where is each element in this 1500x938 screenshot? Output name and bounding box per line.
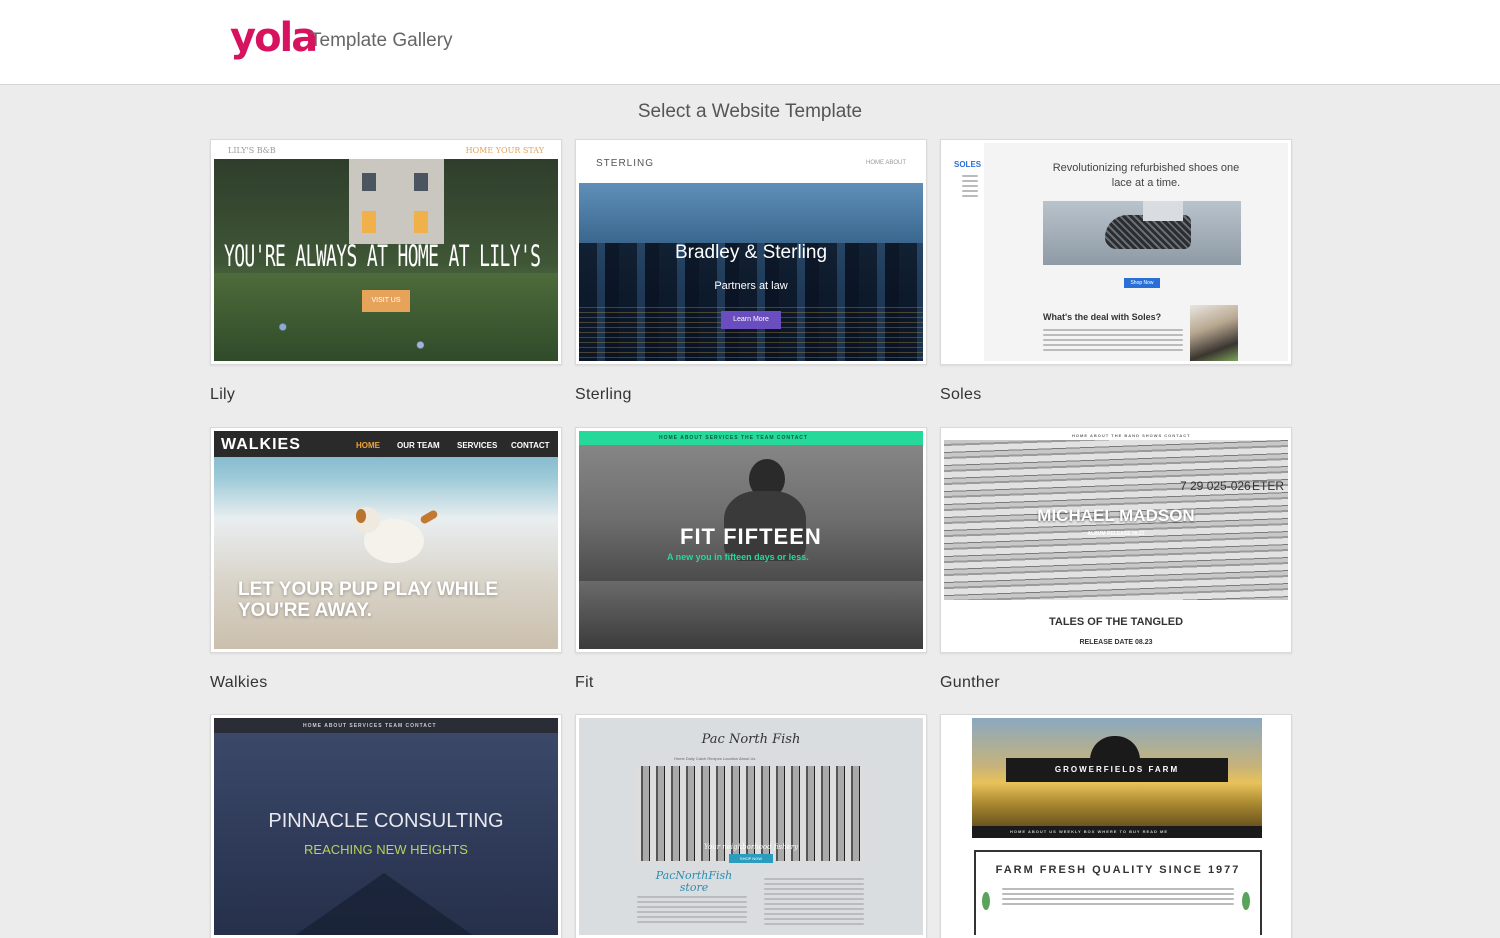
template-thumbnail-pinnacle: HOME ABOUT SERVICES TEAM CONTACT PINNACL… (214, 718, 558, 935)
template-label-fit[interactable]: Fit (575, 674, 594, 692)
sterling-headline: Bradley & Sterling (674, 242, 828, 263)
growerfields-body-text (1002, 888, 1234, 908)
northfish-body-text (764, 878, 864, 928)
sterling-brand: STERLING (596, 158, 655, 169)
northfish-nav: Home Daily Catch Recipes Location About … (674, 756, 756, 761)
template-thumbnail-sterling: STERLING HOME ABOUT Bradley & Sterling P… (579, 143, 923, 361)
soles-shoe-image (1043, 201, 1241, 265)
template-thumbnail-growerfields: GROWERFIELDS FARM HOME ABOUT US WEEKLY B… (944, 718, 1288, 935)
lily-headline: YOU'RE ALWAYS AT HOME AT LILY'S (224, 239, 541, 273)
walkies-nav-team: OUR TEAM (397, 441, 440, 450)
template-thumbnail-fit: HOME ABOUT SERVICES THE TEAM CONTACT FIT… (579, 431, 923, 649)
template-thumbnail-gunther: HOME ABOUT THE BAND SHOWS CONTACT 7 29 0… (944, 431, 1288, 649)
pinnacle-nav: HOME ABOUT SERVICES TEAM CONTACT (303, 723, 437, 729)
walkies-nav-contact: CONTACT (511, 441, 550, 450)
walkies-nav-services: SERVICES (457, 441, 498, 450)
northfish-brand: Pac North Fish (701, 732, 801, 747)
template-thumbnail-walkies: WALKIES HOME OUR TEAM SERVICES CONTACT L… (214, 431, 558, 649)
soles-side-nav (962, 175, 978, 200)
template-label-soles[interactable]: Soles (940, 386, 982, 404)
fit-subtitle: A new you in fifteen days or less. (667, 552, 809, 562)
template-card-sterling[interactable]: STERLING HOME ABOUT Bradley & Sterling P… (575, 139, 927, 365)
template-card-soles[interactable]: SOLES Revolutionizing refurbished shoes … (940, 139, 1292, 365)
walkies-brand: WALKIES (221, 436, 301, 453)
soles-headline: Revolutionizing refurbished shoes one la… (1052, 162, 1240, 189)
growerfields-nav: HOME ABOUT US WEEKLY BOX WHERE TO BUY RE… (1010, 829, 1169, 834)
soles-body-text (1043, 329, 1183, 354)
sterling-nav: HOME ABOUT (865, 160, 906, 166)
template-label-sterling[interactable]: Sterling (575, 386, 632, 404)
northfish-heading: PacNorthFish store (655, 869, 733, 894)
yola-logo[interactable]: yola (230, 18, 318, 58)
sterling-subtitle: Partners at law (714, 280, 788, 292)
soles-brand: SOLES (954, 160, 982, 169)
lily-visit-button: VISIT US (362, 290, 410, 312)
northfish-caption: Your neighborhood fishery (703, 843, 799, 851)
template-card-lily[interactable]: LILY'S B&B HOME YOUR STAY YOU'RE ALWAYS … (210, 139, 562, 365)
gunther-album-release: ALBUM RELEASE 08.23 (1087, 531, 1145, 537)
soles-shop-button: Shop Now (1124, 278, 1160, 288)
template-card-pinnacle[interactable]: HOME ABOUT SERVICES TEAM CONTACT PINNACL… (210, 714, 562, 938)
page-title: Select a Website Template (637, 101, 863, 122)
growerfields-brand: GROWERFIELDS FARM (1054, 765, 1180, 774)
template-thumbnail-soles: SOLES Revolutionizing refurbished shoes … (944, 143, 1288, 361)
pinnacle-subtitle: REACHING NEW HEIGHTS (304, 842, 468, 857)
template-label-lily[interactable]: Lily (210, 386, 235, 404)
sterling-learn-more-button: Learn More (721, 311, 781, 329)
gunther-record-spine-text: ETER (1252, 479, 1285, 493)
soles-sneaker-photo (1190, 305, 1238, 361)
northfish-intro-text (637, 896, 747, 926)
walkies-nav-home: HOME (356, 441, 380, 450)
leaf-icon (1242, 892, 1250, 910)
gunther-record-spine-number: 7 29 025-026 (1180, 479, 1251, 493)
template-card-fit[interactable]: HOME ABOUT SERVICES THE TEAM CONTACT FIT… (575, 427, 927, 653)
app-title: Template Gallery (310, 30, 453, 51)
template-label-walkies[interactable]: Walkies (210, 674, 268, 692)
top-bar: yola Template Gallery (0, 0, 1500, 85)
template-thumbnail-northfish: Pac North Fish Home Daily Catch Recipes … (579, 718, 923, 935)
template-card-gunther[interactable]: HOME ABOUT THE BAND SHOWS CONTACT 7 29 0… (940, 427, 1292, 653)
gunther-nav: HOME ABOUT THE BAND SHOWS CONTACT (1072, 433, 1191, 438)
soles-subheading: What's the deal with Soles? (1043, 312, 1162, 322)
pinnacle-headline: PINNACLE CONSULTING (268, 810, 504, 832)
template-thumbnail-lily: LILY'S B&B HOME YOUR STAY YOU'RE ALWAYS … (214, 143, 558, 361)
template-card-walkies[interactable]: WALKIES HOME OUR TEAM SERVICES CONTACT L… (210, 427, 562, 653)
template-card-growerfields[interactable]: GROWERFIELDS FARM HOME ABOUT US WEEKLY B… (940, 714, 1292, 938)
lily-nav: HOME YOUR STAY (465, 146, 544, 155)
pinnacle-building-image (284, 873, 484, 935)
lily-brand: LILY'S B&B (228, 146, 276, 155)
northfish-shop-button: SHOP NOW (729, 854, 773, 863)
walkies-dog-image (354, 501, 444, 581)
gunther-headline: MICHAEL MADSON (1037, 506, 1195, 525)
growerfields-headline: FARM FRESH QUALITY SINCE 1977 (995, 864, 1241, 876)
fit-nav: HOME ABOUT SERVICES THE TEAM CONTACT (659, 435, 808, 441)
leaf-icon (982, 892, 990, 910)
gunther-album-title: TALES OF THE TANGLED (1048, 616, 1184, 628)
fit-headline: FIT FIFTEEN (680, 524, 822, 549)
fit-runner-image (704, 451, 814, 591)
walkies-headline: LET YOUR PUP PLAY WHILE YOU'RE AWAY. (238, 579, 499, 621)
template-card-northfish[interactable]: Pac North Fish Home Daily Catch Recipes … (575, 714, 927, 938)
gunther-release-date: RELEASE DATE 08.23 (1079, 639, 1153, 646)
template-label-gunther[interactable]: Gunther (940, 674, 1000, 692)
